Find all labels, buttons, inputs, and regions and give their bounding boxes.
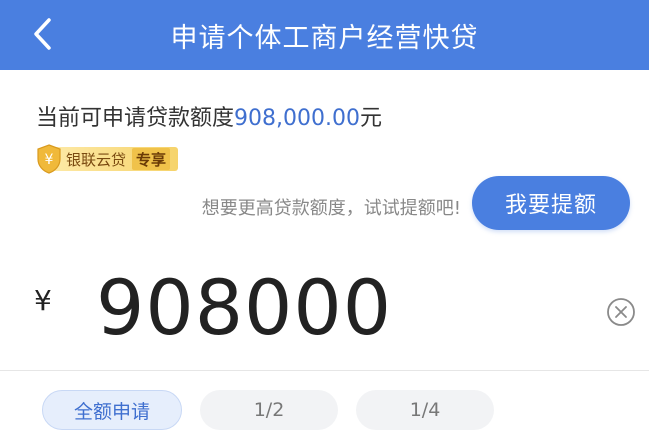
clear-circle-x-icon <box>607 298 635 326</box>
quota-amount: 908,000.00 <box>234 106 360 131</box>
chip-quarter-amount[interactable]: 1/4 <box>356 390 494 430</box>
page-title: 申请个体工商户经营快贷 <box>170 22 479 54</box>
chip-full-amount[interactable]: 全额申请 <box>42 390 182 430</box>
chip-half-amount[interactable]: 1/2 <box>200 390 338 430</box>
unionpay-cloud-loan-badge: ¥ 银联云贷 专享 <box>36 144 179 174</box>
chevron-left-icon <box>34 18 51 50</box>
quota-unit: 元 <box>359 106 382 131</box>
badge-body: 银联云贷 专享 <box>52 147 179 171</box>
badge-name: 银联云贷 <box>66 150 127 169</box>
available-quota: 当前可申请贷款额度908,000.00元 <box>36 100 382 132</box>
raise-limit-button[interactable]: 我要提额 <box>472 176 630 230</box>
divider <box>0 370 649 371</box>
svg-text:¥: ¥ <box>45 152 54 168</box>
currency-symbol: ¥ <box>34 284 52 317</box>
shield-yen-icon: ¥ <box>36 144 62 174</box>
raise-limit-hint: 想要更高贷款额度，试试提额吧! <box>201 198 461 219</box>
clear-button[interactable] <box>606 297 636 327</box>
quota-label: 当前可申请贷款额度 <box>36 106 235 131</box>
loan-amount-input[interactable] <box>96 262 576 352</box>
app-header: 申请个体工商户经营快贷 <box>0 0 649 70</box>
badge-tag: 专享 <box>132 148 171 170</box>
back-button[interactable] <box>22 12 62 56</box>
